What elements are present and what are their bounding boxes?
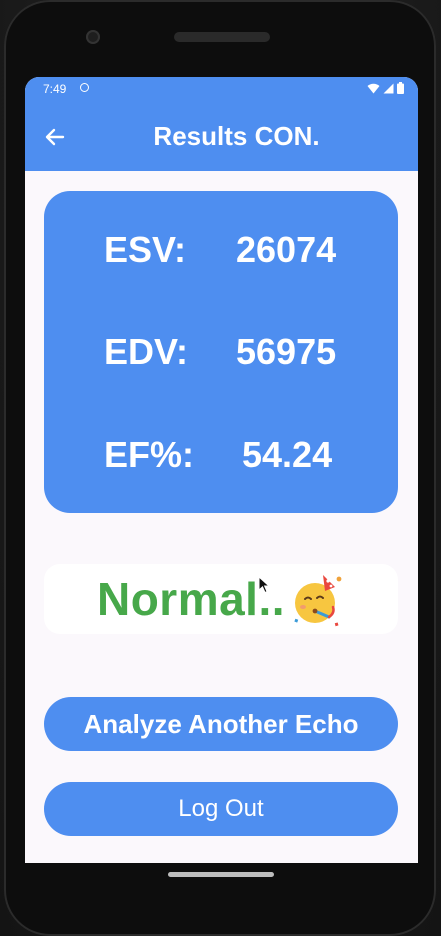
home-indicator[interactable]: [168, 872, 274, 877]
wifi-icon: [367, 83, 380, 93]
earpiece-speaker: [174, 32, 270, 42]
analyze-another-echo-button[interactable]: Analyze Another Echo: [44, 697, 398, 751]
metric-label: EDV:: [104, 331, 189, 372]
app-screen: 7:49 Results CON. ESV: 26074 EDV: 56975 …: [25, 77, 418, 863]
metric-value: 54.24: [242, 434, 333, 475]
battery-icon: [397, 82, 404, 94]
phone-device: 7:49 Results CON. ESV: 26074 EDV: 56975 …: [0, 0, 441, 936]
app-bar: Results CON.: [25, 101, 418, 171]
page-title: Results CON.: [153, 121, 320, 151]
status-icons: [367, 82, 404, 94]
notification-icon: [80, 83, 89, 92]
front-camera: [86, 30, 100, 44]
assessment-text: Normal..: [96, 573, 286, 625]
back-button[interactable]: [35, 117, 75, 157]
metric-value: 26074: [236, 229, 337, 270]
mouse-cursor-icon: [258, 576, 270, 594]
results-card: ESV: 26074 EDV: 56975 EF%: 54.24: [44, 191, 398, 513]
metric-value: 56975: [236, 331, 337, 372]
party-face-icon: [294, 575, 342, 627]
log-out-button[interactable]: Log Out: [44, 782, 398, 836]
back-arrow-icon: [45, 128, 65, 146]
metric-label: ESV:: [104, 229, 187, 270]
metric-label: EF%:: [104, 434, 194, 475]
status-time: 7:49: [43, 82, 67, 96]
signal-icon: [383, 83, 394, 93]
assessment-panel: Normal..: [44, 564, 398, 634]
status-bar: 7:49: [25, 77, 418, 101]
